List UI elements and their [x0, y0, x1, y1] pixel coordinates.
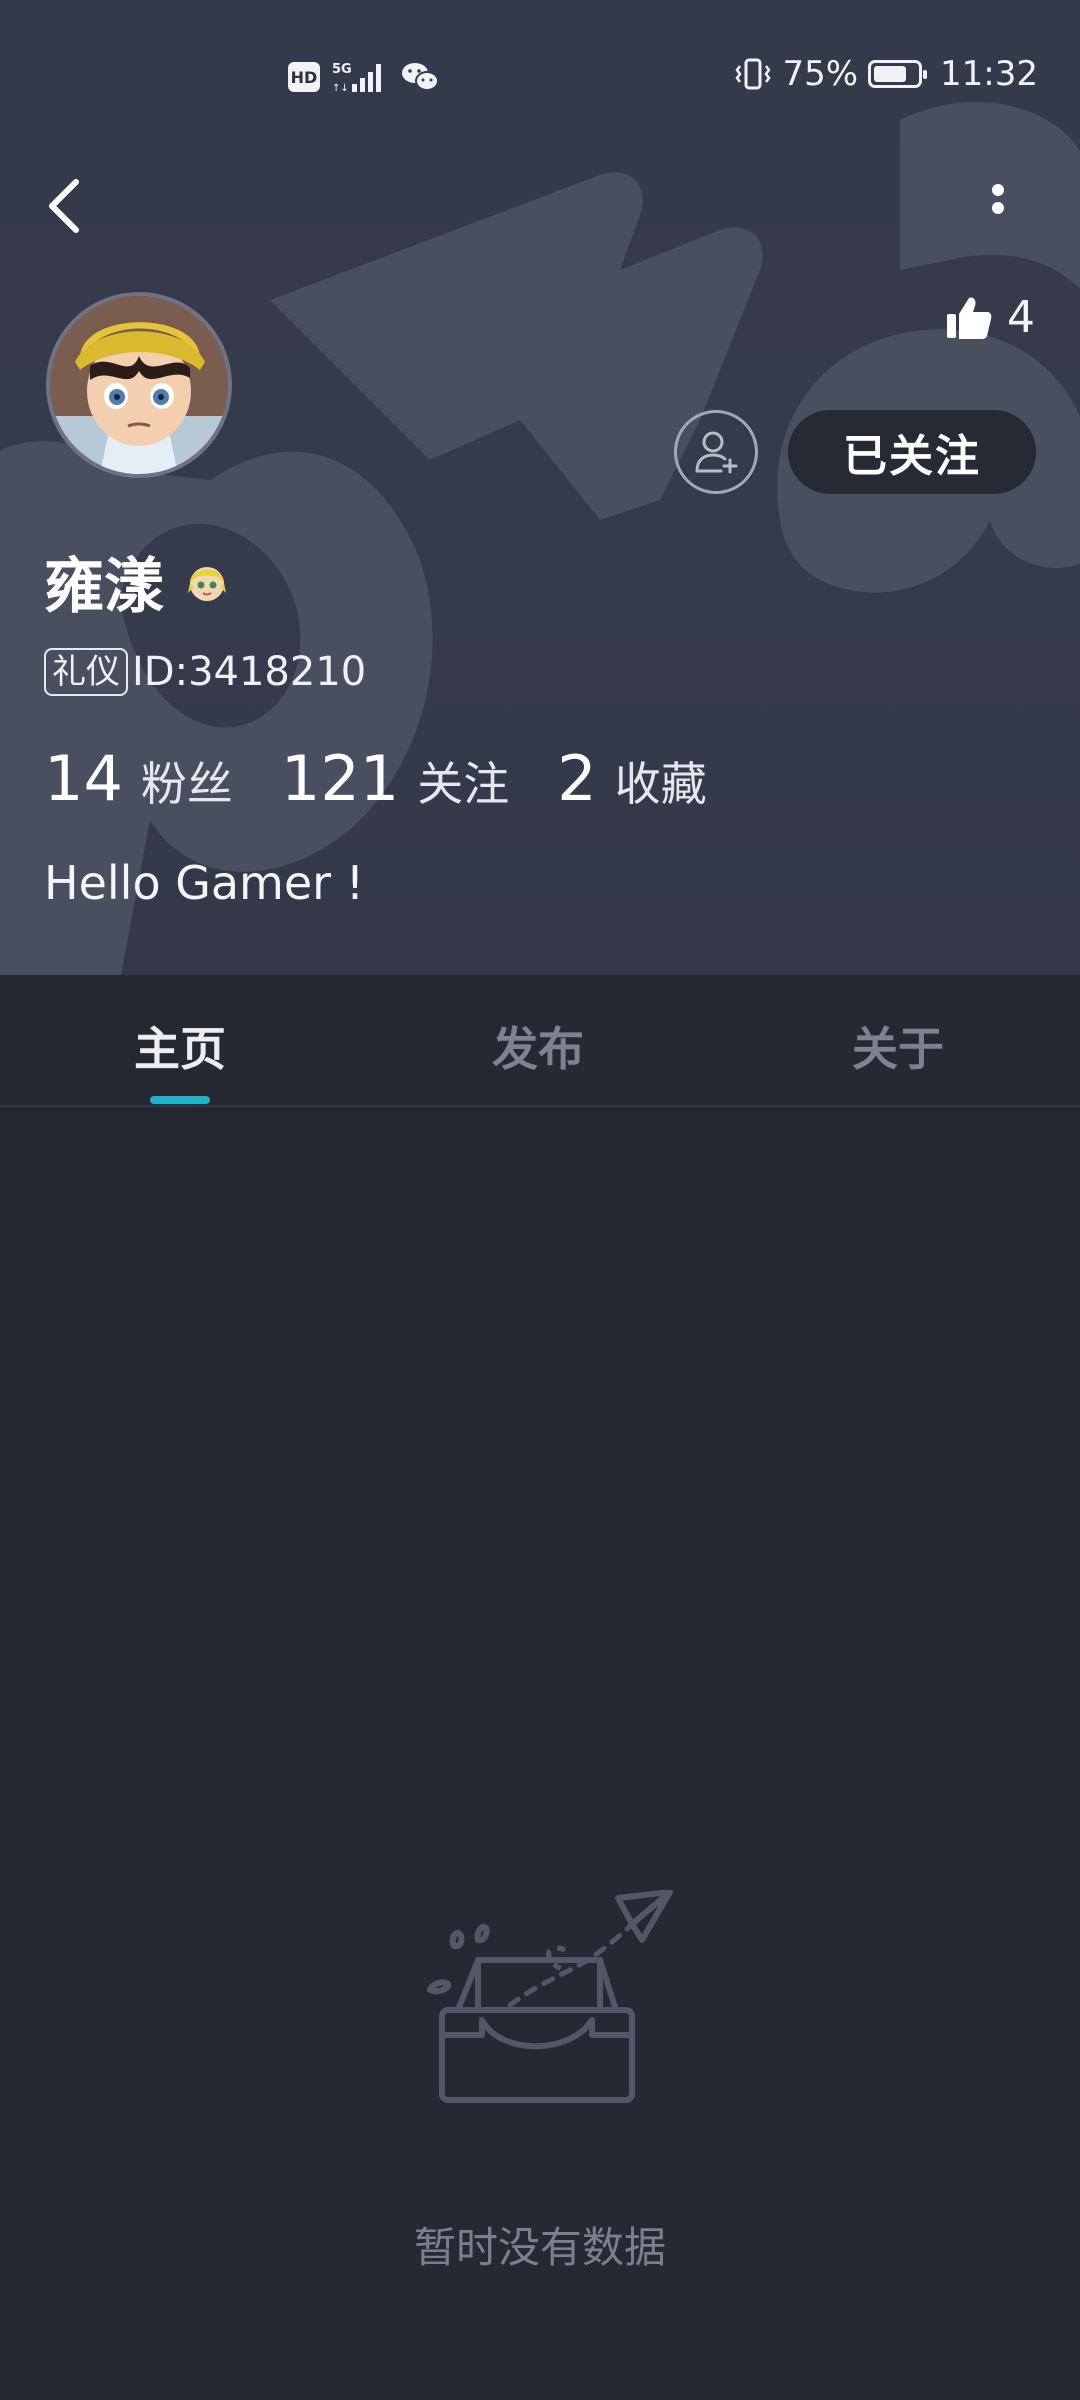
- back-button[interactable]: [38, 170, 98, 240]
- more-vertical-icon: [992, 184, 1004, 214]
- stat-label: 收藏: [614, 757, 707, 811]
- add-friend-button[interactable]: [674, 410, 758, 494]
- stat-following[interactable]: 121 关注: [281, 742, 509, 815]
- stat-label: 关注: [417, 757, 510, 811]
- tab-active-indicator: [150, 1096, 210, 1104]
- empty-inbox-icon: [427, 1890, 673, 2103]
- thumbs-up-icon: [947, 296, 992, 339]
- status-left-icons: HD 5G ↑↓: [288, 60, 440, 94]
- profile-header: HD 5G ↑↓ 75% 11:32 4 已关注 雍漾 礼仪 ID:341821…: [0, 0, 1080, 975]
- username-row: 雍漾: [44, 538, 230, 625]
- battery-icon: [868, 60, 928, 88]
- tab-about[interactable]: 关于: [852, 1013, 944, 1079]
- clock: 11:32: [940, 54, 1038, 94]
- tab-home[interactable]: 主页: [134, 1013, 226, 1079]
- empty-state-message: 暂时没有数据: [413, 2223, 666, 2272]
- wechat-icon: [402, 63, 439, 91]
- avatar-image: [50, 296, 228, 474]
- chevron-left-icon: [49, 179, 79, 233]
- svg-text:↑↓: ↑↓: [332, 83, 349, 94]
- profile-tabs: 主页 发布 关于: [0, 975, 1080, 1107]
- stat-label: 粉丝: [140, 757, 233, 811]
- battery-percent: 75%: [782, 54, 859, 94]
- user-id-row: 礼仪 ID:3418210: [44, 648, 366, 696]
- likes-counter[interactable]: 4: [945, 292, 1035, 343]
- network-label: 5G: [332, 62, 352, 77]
- vibrate-icon: [735, 58, 771, 90]
- level-badge-icon: [188, 566, 226, 601]
- stat-followers[interactable]: 14 粉丝: [44, 742, 233, 815]
- avatar[interactable]: [46, 292, 232, 478]
- add-user-icon: [695, 431, 738, 474]
- follow-button[interactable]: 已关注: [788, 410, 1036, 494]
- likes-count: 4: [1007, 292, 1035, 343]
- user-tag-badge: 礼仪: [44, 648, 128, 696]
- stat-favorites[interactable]: 2 收藏: [557, 742, 706, 815]
- battery-level: [874, 66, 906, 82]
- stat-count: 2: [557, 742, 597, 815]
- more-options-button[interactable]: [978, 178, 1018, 238]
- stat-count: 121: [280, 742, 400, 815]
- user-bio: Hello Gamer !: [44, 856, 365, 910]
- hd-icon: HD: [288, 62, 320, 92]
- stats-row: 14 粉丝 121 关注 2 收藏: [44, 742, 755, 815]
- tab-posts[interactable]: 发布: [492, 1013, 584, 1079]
- username: 雍漾: [44, 552, 164, 622]
- status-right: 75% 11:32: [734, 54, 1038, 94]
- signal-5g-icon: 5G ↑↓: [332, 62, 381, 94]
- stat-count: 14: [44, 742, 123, 815]
- status-bar: HD 5G ↑↓ 75% 11:32: [0, 40, 1080, 120]
- user-id: ID:3418210: [132, 649, 367, 695]
